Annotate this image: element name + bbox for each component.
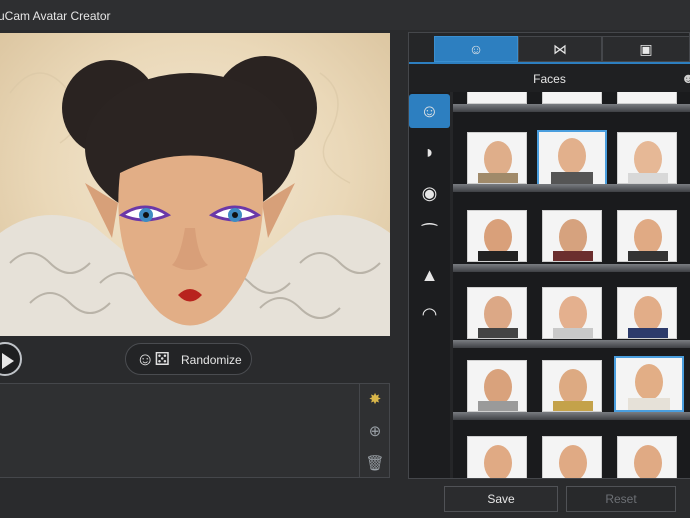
avatar-preview[interactable] [0,33,390,336]
face-thumbnail[interactable] [542,210,602,262]
avatar-list-area[interactable] [0,383,390,478]
shelf [453,104,690,112]
tab-accessories[interactable]: ⋈ [518,36,602,62]
face-thumbnail-grid [453,92,690,478]
save-button[interactable]: Save [444,486,558,512]
share-avatar-icon[interactable]: ⊕ [363,420,387,444]
avatar-portrait-image [0,56,390,336]
face-thumbnail[interactable] [617,210,677,262]
lips-icon[interactable]: ◠ [409,297,450,331]
window-title: uCam Avatar Creator [0,9,111,23]
face-thumbnail[interactable] [467,92,527,104]
face-thumbnail[interactable] [467,360,527,412]
avatar-list-tools: ✸ ⊕ 🗑 [359,384,390,477]
hair-icon[interactable]: ◗ [409,135,450,169]
shelf [453,412,690,420]
play-button[interactable] [0,342,22,376]
section-header: Faces ☻ [409,64,690,92]
shelf [453,264,690,272]
face-thumbnail[interactable] [542,436,602,478]
face-thumbnail[interactable] [467,132,527,184]
face-thumbnail[interactable] [542,360,602,412]
shelf [453,340,690,348]
title-bar: uCam Avatar Creator [0,0,690,30]
dice-face-icon: ☺⚄ [136,349,171,369]
shelf [453,184,690,192]
face-thumbnail[interactable] [617,287,677,339]
bowtie-icon: ⋈ [553,41,567,57]
face-thumbnail[interactable] [467,436,527,478]
add-avatar-icon[interactable]: ✸ [363,388,387,412]
face-thumbnail[interactable] [617,92,677,104]
play-icon [2,353,14,369]
tab-background[interactable]: ▣ [602,36,690,62]
face-options-icon[interactable]: ☻ [681,70,690,86]
face-thumbnail[interactable] [617,436,677,478]
eye-icon[interactable]: ◉ [409,176,450,210]
eyebrows-icon[interactable]: ⁀ [409,217,450,251]
face-icon[interactable]: ☺ [409,94,450,128]
section-title: Faces [533,72,566,86]
reset-button[interactable]: Reset [566,486,676,512]
randomize-label: Randomize [181,353,242,367]
delete-icon[interactable]: 🗑 [363,452,387,476]
face-thumbnail-selected[interactable] [614,356,684,412]
face-thumbnail-selected[interactable] [537,130,607,186]
nose-icon[interactable]: ▲ [409,258,450,292]
face-thumbnail[interactable] [542,287,602,339]
face-thumbnail[interactable] [467,210,527,262]
tab-face[interactable]: ☺ [434,36,518,62]
landscape-icon: ▣ [639,41,653,57]
category-tabs: ☺ ⋈ ▣ [434,36,690,62]
face-thumbnail[interactable] [617,132,677,184]
randomize-button[interactable]: ☺⚄ Randomize [125,343,252,375]
feature-category-bar: ☺ ◗ ◉ ⁀ ▲ ◠ [409,92,450,478]
face-edit-icon: ☺ [468,41,484,57]
face-thumbnail[interactable] [542,92,602,104]
face-thumbnail[interactable] [467,287,527,339]
